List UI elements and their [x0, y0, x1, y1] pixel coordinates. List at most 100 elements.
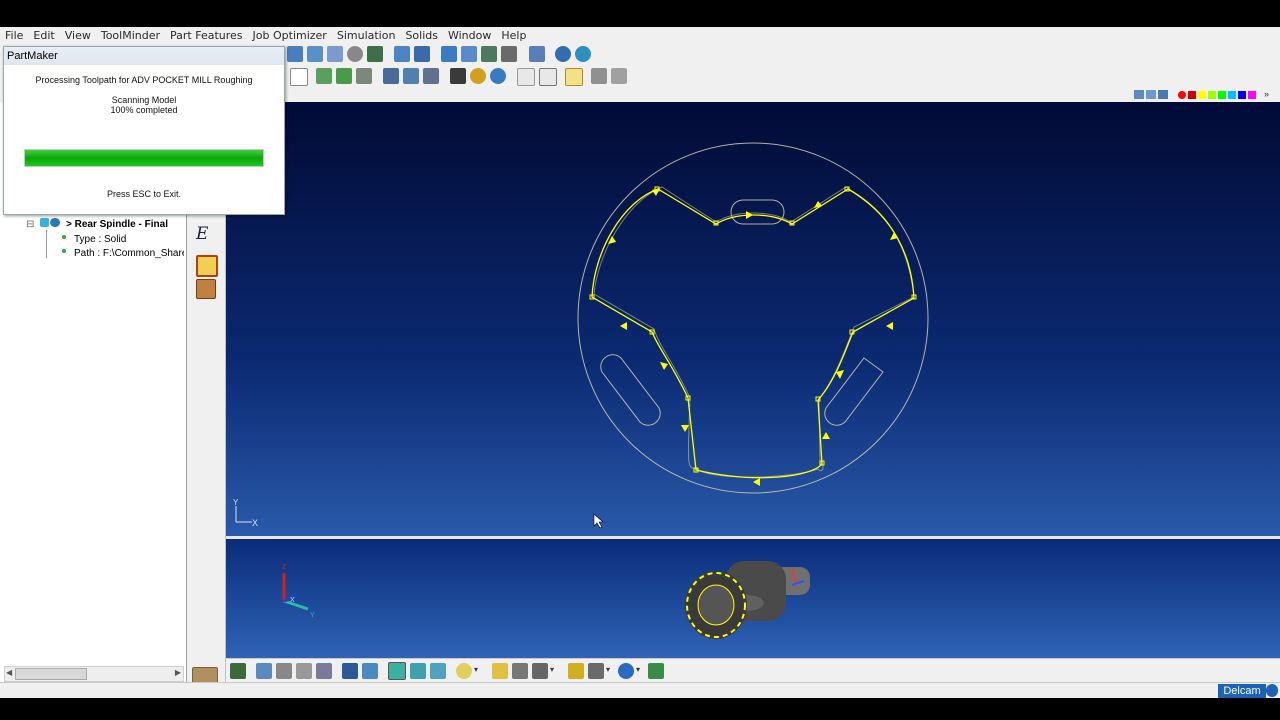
- chevron-down-icon[interactable]: ▾: [636, 665, 640, 674]
- toolpath-arrows: [608, 188, 898, 486]
- menu-window[interactable]: Window: [443, 29, 496, 42]
- menu-simulation[interactable]: Simulation: [332, 29, 401, 42]
- progress-fill: [25, 150, 263, 166]
- chevron-down-icon[interactable]: ▾: [550, 665, 554, 674]
- top-view-viewport[interactable]: Y X: [226, 102, 1280, 536]
- color-swatch[interactable]: [1178, 91, 1186, 99]
- outer-circle: [577, 142, 929, 494]
- dialog-hint: Press ESC to Exit.: [106, 189, 182, 199]
- brand-badge: Delcam: [1218, 684, 1266, 698]
- wire-view-icon[interactable]: [430, 663, 446, 679]
- tree-icon[interactable]: [367, 46, 383, 62]
- toolpath-drawing: Y X: [233, 142, 929, 529]
- ruler-icon[interactable]: [568, 663, 584, 679]
- fixture-icon[interactable]: [492, 663, 508, 679]
- light-bulb-icon[interactable]: [565, 68, 583, 86]
- help-icon[interactable]: [575, 46, 591, 62]
- scroll-right-icon[interactable]: ▶: [175, 668, 181, 677]
- program-icon[interactable]: [414, 46, 430, 62]
- zoom-in-icon[interactable]: [490, 68, 506, 84]
- stock-icon[interactable]: [512, 663, 528, 679]
- grid-icon[interactable]: [441, 46, 457, 62]
- phone-icon[interactable]: [555, 46, 571, 62]
- stack-icon[interactable]: [356, 68, 372, 84]
- menu-solids[interactable]: Solids: [400, 29, 443, 42]
- mouse-cursor-icon: [593, 513, 604, 529]
- scrollbar-thumb[interactable]: [15, 668, 87, 680]
- single-view-icon[interactable]: [1158, 90, 1168, 99]
- layers-view-icon[interactable]: [342, 663, 358, 679]
- color-swatch[interactable]: [1238, 91, 1246, 99]
- pan-icon[interactable]: [517, 68, 535, 86]
- rotate-icon[interactable]: [276, 663, 292, 679]
- menu-job-optimizer[interactable]: Job Optimizer: [248, 29, 332, 42]
- edit-icon[interactable]: [327, 46, 343, 62]
- section-icon[interactable]: [316, 663, 332, 679]
- menu-help[interactable]: Help: [496, 29, 531, 42]
- turn-view-icon[interactable]: [362, 663, 378, 679]
- 3d-viewport[interactable]: Z Y X: [226, 539, 1280, 658]
- contour-icon[interactable]: [196, 255, 218, 277]
- table-icon[interactable]: [461, 46, 477, 62]
- shaded-view-icon[interactable]: [410, 663, 426, 679]
- menu-part-features[interactable]: Part Features: [165, 29, 248, 42]
- save-icon[interactable]: [501, 46, 517, 62]
- light-icon[interactable]: [456, 663, 472, 679]
- iso-view-icon[interactable]: [388, 662, 406, 680]
- svg-text:Z: Z: [282, 564, 287, 571]
- cascade-icon[interactable]: [1146, 90, 1156, 99]
- open-icon[interactable]: [287, 46, 303, 62]
- zoom-out-icon[interactable]: [470, 68, 486, 84]
- color-swatch[interactable]: [1198, 91, 1206, 99]
- horizontal-scrollbar[interactable]: ◀ ▶: [4, 666, 184, 682]
- window-icon[interactable]: [529, 46, 545, 62]
- expression-icon[interactable]: E: [196, 224, 208, 244]
- axis-indicator-top: [235, 506, 252, 523]
- zoom-fit-icon[interactable]: [450, 68, 466, 84]
- image-icon[interactable]: [648, 663, 664, 679]
- dialog-percent: 100% completed: [110, 105, 178, 115]
- menu-edit[interactable]: Edit: [28, 29, 59, 42]
- menu-file[interactable]: File: [0, 29, 28, 42]
- tile-icon[interactable]: [1134, 90, 1144, 99]
- check-icon[interactable]: [316, 68, 332, 84]
- step-icon[interactable]: [423, 68, 439, 84]
- copy-view-icon[interactable]: [611, 68, 627, 84]
- slot-top: [730, 199, 785, 225]
- color-swatch[interactable]: [1228, 91, 1236, 99]
- palette-more-icon[interactable]: »: [1264, 89, 1276, 100]
- spindle-icon: [50, 218, 60, 227]
- path-icon[interactable]: [336, 68, 352, 84]
- menu-toolminder[interactable]: ToolMinder: [96, 29, 165, 42]
- clip-icon[interactable]: [588, 663, 604, 679]
- pencil-icon[interactable]: [256, 663, 272, 679]
- menu-view[interactable]: View: [60, 29, 96, 42]
- layers-icon[interactable]: [307, 46, 323, 62]
- swap-icon[interactable]: [383, 68, 399, 84]
- scroll-left-icon[interactable]: ◀: [6, 668, 12, 677]
- color-swatch[interactable]: [1208, 91, 1216, 99]
- frame-icon[interactable]: [290, 68, 308, 86]
- view-bottom-toolbar: ▾ ▾ ▾ ▾: [226, 658, 1280, 683]
- machine-icon[interactable]: [394, 46, 410, 62]
- align-icon[interactable]: [403, 68, 419, 84]
- tool-icon[interactable]: [347, 46, 363, 62]
- pattern-icon[interactable]: [196, 279, 216, 299]
- measure-icon[interactable]: [591, 68, 607, 84]
- select-box-icon[interactable]: [539, 68, 557, 86]
- camera-icon[interactable]: [532, 663, 548, 679]
- spindle-part: [685, 561, 810, 639]
- hierarchy-icon[interactable]: [481, 46, 497, 62]
- color-swatch[interactable]: [1218, 91, 1226, 99]
- toolpath-yellow: [591, 188, 915, 479]
- chevron-down-icon[interactable]: ▾: [474, 665, 478, 674]
- color-swatch[interactable]: [1248, 91, 1256, 99]
- orbit-icon[interactable]: [296, 663, 312, 679]
- color-swatch[interactable]: [1188, 91, 1196, 99]
- chevron-down-icon[interactable]: ▾: [606, 665, 610, 674]
- menu-bar: File Edit View ToolMinder Part Features …: [0, 27, 1280, 43]
- axis-tool-icon[interactable]: [230, 663, 246, 679]
- globe-icon[interactable]: [618, 663, 634, 679]
- tree-item-rear-spindle[interactable]: > Rear Spindle - Final: [66, 219, 168, 230]
- collapse-icon[interactable]: ⊟: [26, 219, 34, 230]
